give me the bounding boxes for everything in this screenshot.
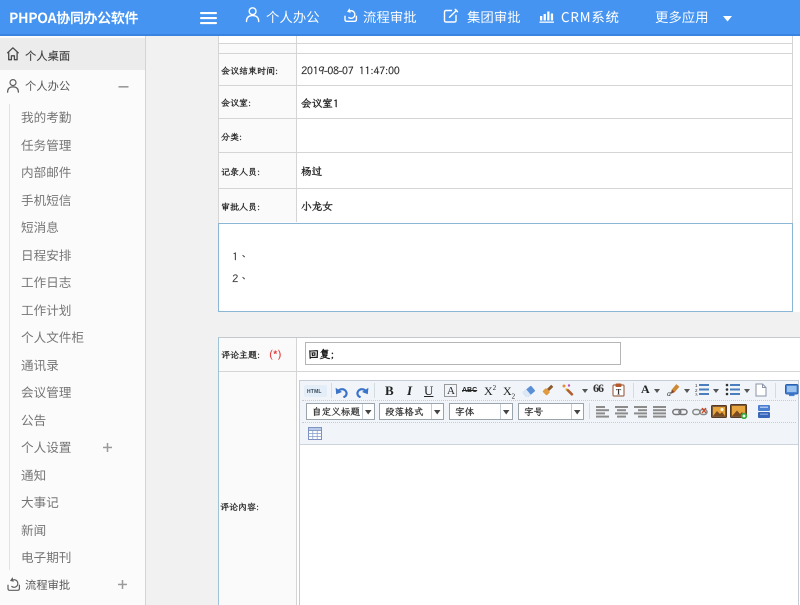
svg-text:3: 3: [695, 393, 698, 397]
svg-text:T: T: [616, 388, 622, 397]
svg-text:a: a: [667, 389, 671, 397]
